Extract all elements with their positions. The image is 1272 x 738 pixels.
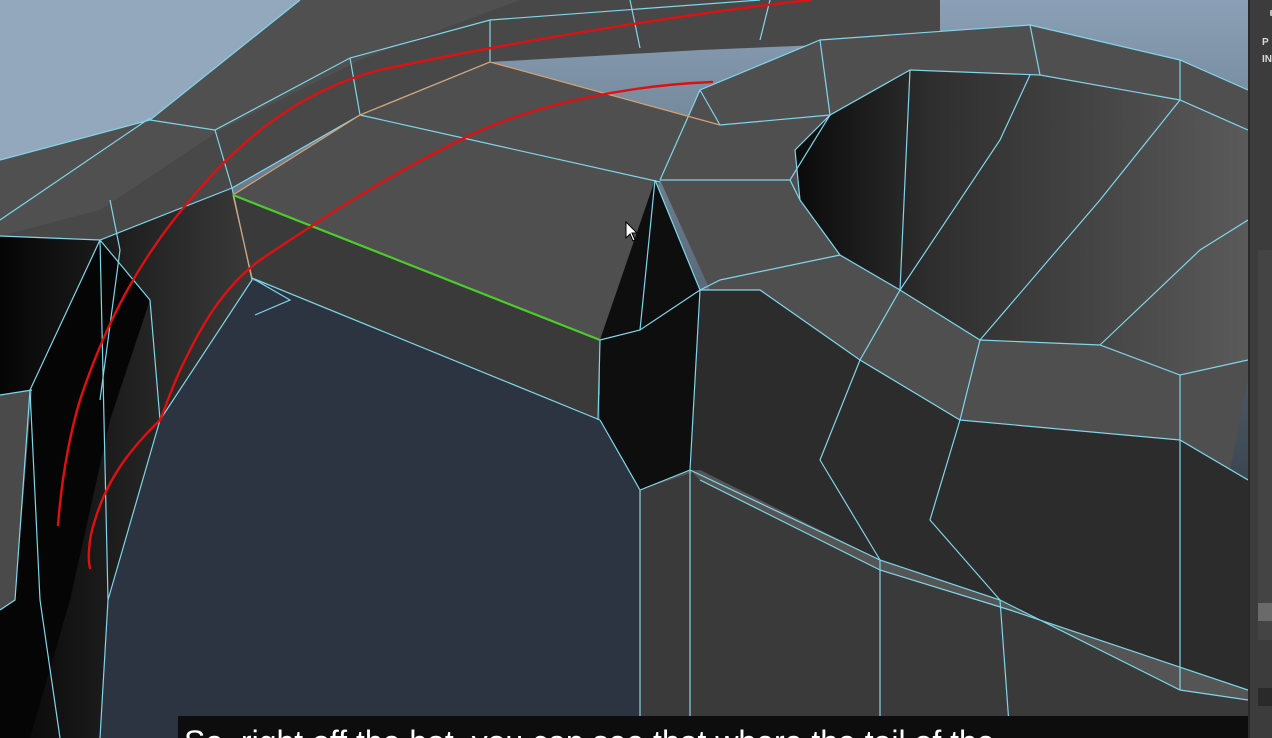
panel-label-p: P [1262, 37, 1269, 48]
maya-window: P IN So, right off the bat, you can see … [0, 0, 1272, 738]
viewport-3d[interactable] [0, 0, 1248, 738]
panel-field[interactable] [1258, 688, 1272, 706]
subtitle-text: So, right off the bat, you can see that … [184, 726, 1030, 738]
panel-scroll-area[interactable] [1258, 250, 1272, 640]
mesh-render[interactable] [0, 0, 1248, 738]
subtitle-bar: So, right off the bat, you can see that … [178, 716, 1248, 738]
panel-button[interactable] [1258, 603, 1272, 621]
panel-label-in: IN [1262, 54, 1272, 65]
attribute-side-panel: P IN [1248, 0, 1272, 738]
